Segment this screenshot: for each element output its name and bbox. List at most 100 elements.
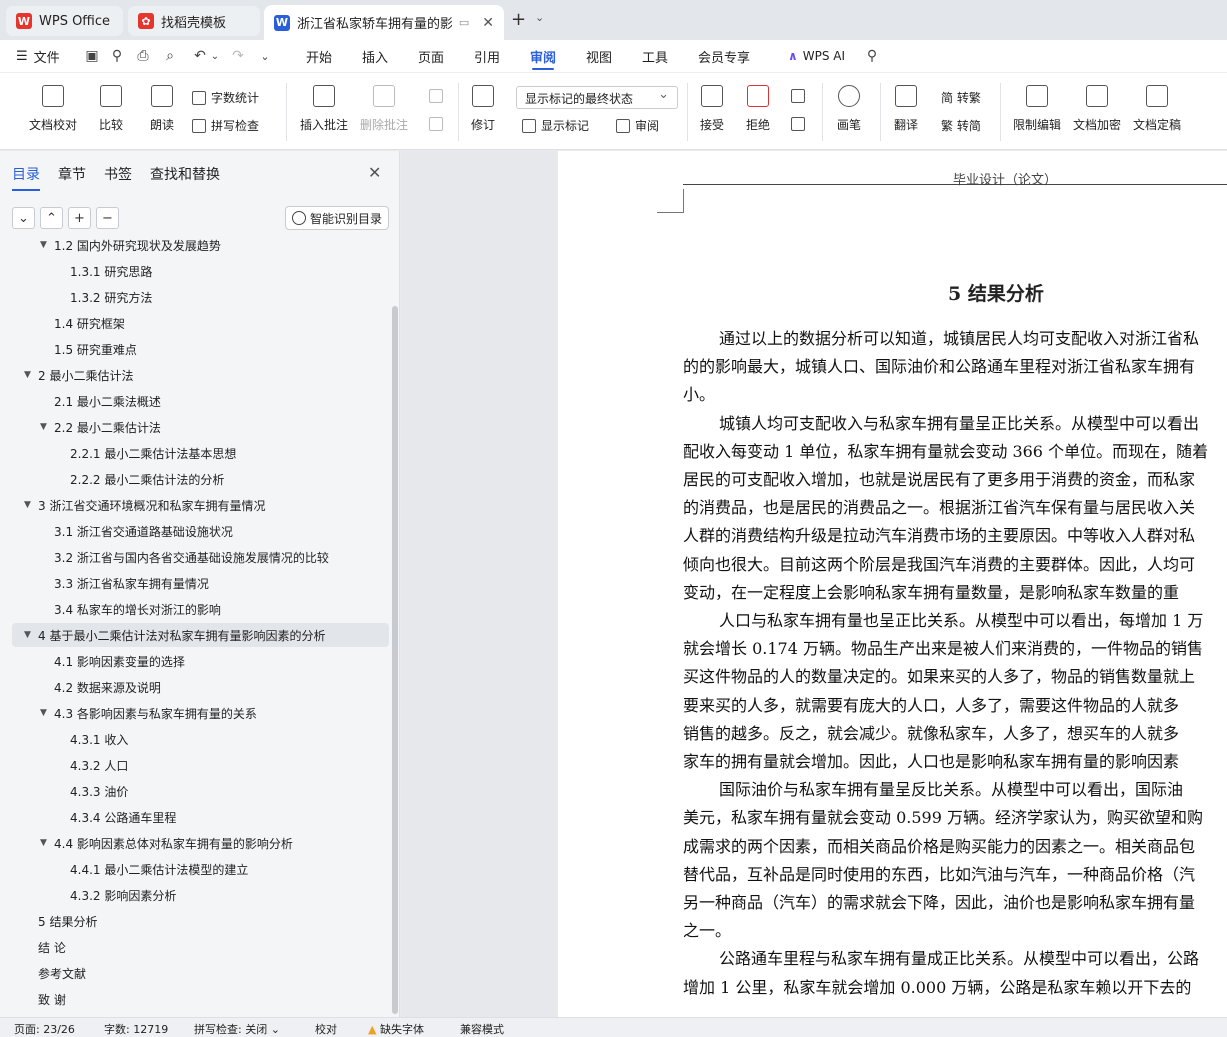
next-change-button[interactable] [791,117,805,131]
menu-reference[interactable]: 引用 [474,40,500,72]
review-pane-button[interactable]: 审阅 [616,117,659,134]
compare-button[interactable]: 比较 [99,85,123,133]
panel-tab-find-replace[interactable]: 查找和替换 [150,164,220,184]
toc-item[interactable]: 3.2 浙江省与国内各省交通基础设施发展情况的比较 [0,545,392,569]
menu-member[interactable]: 会员专享 [698,40,750,72]
close-icon[interactable]: ✕ [482,15,494,31]
to-simplified-button[interactable]: 繁 转简 [941,117,981,134]
chevron-down-icon[interactable]: ⌄ [535,11,544,24]
toc-item[interactable]: 3.1 浙江省交通道路基础设施状况 [0,519,392,543]
expand-arrow-icon[interactable]: ▼ [40,708,47,718]
toc-item[interactable]: 4.3.1 收入 [0,727,392,751]
missing-font-status[interactable]: ▲ 缺失字体 [368,1021,424,1037]
pen-button[interactable]: 画笔 [837,85,861,133]
print-icon[interactable]: ⎙ [133,46,153,66]
panel-scrollbar[interactable] [392,306,398,1014]
expand-arrow-icon[interactable]: ▼ [40,422,47,432]
markup-state-select[interactable]: 显示标记的最终状态 [516,86,678,109]
toc-item[interactable]: ▼ 2 最小二乘估计法 [0,363,392,387]
toc-item[interactable]: 4.3.4 公路通车里程 [0,805,392,829]
panel-tab-toc[interactable]: 目录 [12,164,40,191]
toc-item[interactable]: 参考文献 [0,961,392,985]
prev-comment-button[interactable] [429,89,443,103]
close-panel-icon[interactable]: ✕ [368,163,381,182]
proofread-status[interactable]: 校对 [315,1021,337,1037]
expand-arrow-icon[interactable]: ▼ [24,370,31,380]
toc-item[interactable]: 4.3.2 影响因素分析 [0,883,392,907]
toc-item[interactable]: ▼ 4 基于最小二乘估计法对私家车拥有量影响因素的分析 [12,623,389,647]
toc-item[interactable]: 1.4 研究框架 [0,311,392,335]
share-link-icon[interactable]: ⚲ [107,46,127,66]
expand-arrow-icon[interactable]: ▼ [24,500,31,510]
toc-item[interactable]: 1.5 研究重难点 [0,337,392,361]
file-menu[interactable]: ☰ 文件 [16,40,60,72]
tab-document[interactable]: W 浙江省私家轿车拥有量的影响因 ▭ ✕ [264,5,504,40]
save-icon[interactable]: ▣ [82,46,102,66]
add-heading-button[interactable]: + [68,207,91,229]
word-count[interactable]: 字数: 12719 [104,1021,168,1037]
restrict-edit-button[interactable]: 限制编辑 [1013,85,1061,133]
menu-tools[interactable]: 工具 [642,40,668,72]
panel-tab-bookmarks[interactable]: 书签 [104,164,132,184]
toc-item[interactable]: 4.3.3 油价 [0,779,392,803]
toc-item[interactable]: 4.4.1 最小二乘估计法模型的建立 [0,857,392,881]
smart-toc-button[interactable]: 智能识别目录 [285,206,389,230]
toc-item[interactable]: ▼ 3 浙江省交通环境概况和私家车拥有量情况 [0,493,392,517]
encrypt-button[interactable]: 文档加密 [1073,85,1121,133]
toc-item[interactable]: 结 论 [0,935,392,959]
expand-arrow-icon[interactable]: ▼ [24,630,31,640]
menu-insert[interactable]: 插入 [362,40,388,72]
toc-item[interactable]: 1.3.1 研究思路 [0,259,392,283]
next-comment-button[interactable] [429,117,443,131]
menu-view[interactable]: 视图 [586,40,612,72]
redo-icon[interactable]: ↷ [228,46,248,66]
prev-change-button[interactable] [791,89,805,103]
finalize-button[interactable]: 文档定稿 [1133,85,1181,133]
collapse-all-button[interactable]: ⌄ [12,207,35,229]
undo-dropdown-icon[interactable]: ⌄ [205,46,225,66]
new-tab-button[interactable]: + [511,9,526,30]
toc-item[interactable]: ▼ 4.3 各影响因素与私家车拥有量的关系 [0,701,392,725]
toc-item[interactable]: 5 结果分析 [0,909,392,933]
toc-item[interactable]: 致 谢 [0,987,392,1011]
toc-item[interactable]: 3.4 私家车的增长对浙江的影响 [0,597,392,621]
spell-check-button[interactable]: 拼写检查 [192,117,259,134]
toc-item[interactable]: ▼ 1.2 国内外研究现状及发展趋势 [0,239,392,257]
remove-heading-button[interactable]: − [96,207,119,229]
menu-home[interactable]: 开始 [306,40,332,72]
word-count-button[interactable]: 字数统计 [192,89,259,106]
panel-tab-sections[interactable]: 章节 [58,164,86,184]
expand-arrow-icon[interactable]: ▼ [40,838,47,848]
toc-item[interactable]: ▼ 2.2 最小二乘估计法 [0,415,392,439]
toc-item[interactable]: 1.3.2 研究方法 [0,285,392,309]
toc-item[interactable]: 2.1 最小二乘法概述 [0,389,392,413]
menu-review[interactable]: 审阅 [530,40,556,72]
toc-item[interactable]: 4.2 数据来源及说明 [0,675,392,699]
read-aloud-button[interactable]: 朗读 [150,85,174,133]
tab-wps-office[interactable]: W WPS Office [6,6,123,36]
search-icon[interactable]: ⚲ [862,46,882,66]
translate-button[interactable]: 翻译 [894,85,918,133]
page-count[interactable]: 页面: 23/26 [14,1021,75,1037]
spell-check-status[interactable]: 拼写检查: 关闭 ⌄ [194,1021,280,1037]
toc-item[interactable]: 4.3.2 人口 [0,753,392,777]
expand-up-button[interactable]: ⌃ [40,207,63,229]
wps-ai-button[interactable]: ∧ WPS AI [788,40,845,72]
expand-arrow-icon[interactable]: ▼ [40,240,47,250]
menu-page[interactable]: 页面 [418,40,444,72]
toc-item[interactable]: 2.2.1 最小二乘估计法基本思想 [0,441,392,465]
to-traditional-button[interactable]: 简 转繁 [941,89,981,106]
document-page[interactable]: 毕业设计（论文） 5 结果分析 通过以上的数据分析可以知道，城镇居民人均可支配收… [558,151,1227,1017]
accept-button[interactable]: 接受 [700,85,724,133]
toc-item[interactable]: 2.2.2 最小二乘估计法的分析 [0,467,392,491]
toc-item[interactable]: ▼ 4.4 影响因素总体对私家车拥有量的影响分析 [0,831,392,855]
insert-comment-button[interactable]: 插入批注 [300,85,348,133]
delete-comment-button[interactable]: 删除批注 [360,85,408,133]
tab-docer-templates[interactable]: ✿ 找稻壳模板 [128,6,260,36]
doc-check-button[interactable]: 文档校对 [29,85,77,133]
more-chevron-icon[interactable]: ⌄ [255,46,275,66]
print-preview-icon[interactable]: ⌕ [160,46,180,66]
toc-item[interactable]: 3.3 浙江省私家车拥有量情况 [0,571,392,595]
reject-button[interactable]: 拒绝 [746,85,770,133]
monitor-icon[interactable]: ▭ [459,16,469,29]
